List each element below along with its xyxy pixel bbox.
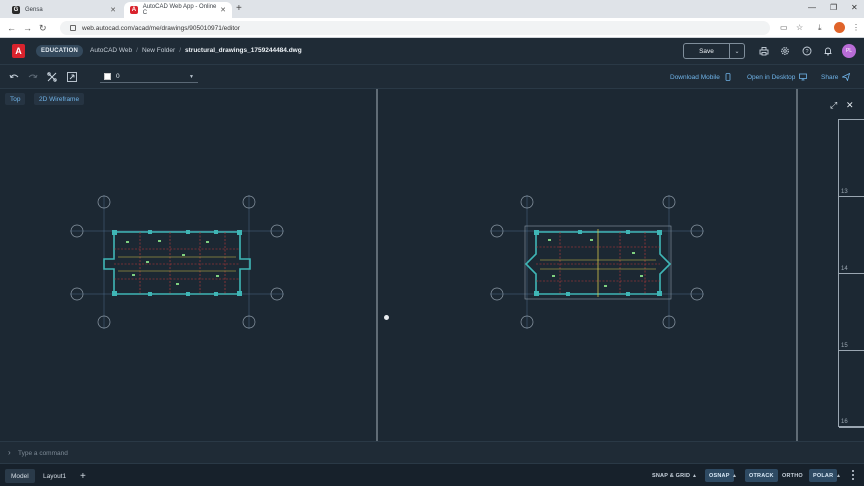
- autocad-logo-icon[interactable]: A: [12, 44, 25, 58]
- open-in-desktop-label: Open in Desktop: [747, 73, 796, 81]
- download-mobile-label: Download Mobile: [670, 73, 720, 81]
- sheet-row: [839, 427, 864, 428]
- drawing-toolbar: 0 ▼ Download Mobile Open in Desktop Shar…: [0, 65, 864, 89]
- notifications-bell-icon[interactable]: [823, 46, 833, 56]
- close-icon[interactable]: ✕: [110, 6, 116, 14]
- sheet-number: 14: [841, 266, 848, 272]
- education-badge: EDUCATION: [36, 45, 84, 57]
- save-button[interactable]: Save: [684, 44, 730, 58]
- svg-text:?: ?: [805, 49, 808, 55]
- browser-menu-icon[interactable]: ⋮: [852, 23, 860, 32]
- close-icon[interactable]: ✕: [220, 6, 226, 14]
- polar-toggle[interactable]: POLAR: [809, 469, 838, 482]
- window-close-icon[interactable]: ✕: [851, 3, 858, 12]
- zoom-window-icon[interactable]: [66, 71, 78, 83]
- layer-value: 0: [116, 73, 120, 80]
- save-dropdown-chevron-down-icon[interactable]: ⌄: [730, 44, 744, 58]
- ortho-toggle[interactable]: ORTHO: [778, 469, 807, 482]
- help-icon[interactable]: ?: [802, 46, 812, 56]
- new-tab-icon[interactable]: +: [236, 3, 242, 14]
- layer-dropdown[interactable]: 0 ▼: [100, 71, 198, 83]
- share-label: Share: [821, 73, 839, 81]
- sheet-preview-strip[interactable]: 13 14 15 16: [838, 119, 864, 428]
- floor-plan-right[interactable]: [490, 195, 704, 329]
- autocad-favicon-icon: A: [130, 6, 138, 14]
- status-bar: Model Layout1 + SNAP & GRID ▲ OSNAP ▲ OT…: [0, 463, 864, 486]
- layer-color-swatch: [104, 73, 111, 80]
- sheet-row: [839, 350, 864, 351]
- sheet-number: 15: [841, 343, 848, 349]
- chevron-down-icon: ▼: [189, 73, 194, 80]
- floor-plan-left[interactable]: [70, 195, 284, 329]
- user-avatar[interactable]: PL: [842, 44, 856, 58]
- desktop-monitor-icon: [799, 73, 808, 81]
- chevron-up-icon[interactable]: ▲: [836, 473, 841, 479]
- more-options-icon[interactable]: [850, 470, 856, 480]
- breadcrumb-item-autocad-web[interactable]: AutoCAD Web: [90, 47, 132, 54]
- undo-icon[interactable]: [8, 71, 20, 83]
- print-icon[interactable]: [759, 46, 769, 56]
- sheet-number: 13: [841, 189, 848, 195]
- view-top-button[interactable]: Top: [5, 93, 26, 105]
- app-header: A EDUCATION AutoCAD Web / New Folder / struc…: [0, 38, 864, 65]
- site-info-icon[interactable]: [70, 25, 76, 31]
- add-layout-icon[interactable]: +: [74, 469, 92, 483]
- save-button-group: Save ⌄: [683, 43, 745, 59]
- command-line: ›: [0, 441, 864, 463]
- browser-tab-label: AutoCAD Web App - Online C: [142, 4, 217, 16]
- chevron-right-icon: ›: [8, 448, 11, 457]
- download-mobile-link[interactable]: Download Mobile: [670, 73, 732, 81]
- breadcrumb-item-folder[interactable]: New Folder: [142, 47, 175, 54]
- close-panel-icon[interactable]: ✕: [846, 100, 854, 111]
- trim-extend-icon[interactable]: [46, 71, 58, 83]
- chevron-up-icon[interactable]: ▲: [692, 473, 697, 479]
- otrack-toggle[interactable]: OTRACK: [745, 469, 778, 482]
- open-in-desktop-link[interactable]: Open in Desktop: [747, 73, 808, 81]
- breadcrumb-separator: /: [179, 47, 182, 54]
- chevron-up-icon[interactable]: ▲: [732, 473, 737, 479]
- settings-gear-icon[interactable]: [780, 46, 790, 56]
- tab-model[interactable]: Model: [5, 469, 35, 483]
- url-field[interactable]: web.autocad.com/acad/me/drawings/9050109…: [60, 21, 770, 35]
- browser-tab-autocad[interactable]: A AutoCAD Web App - Online C ✕: [124, 2, 232, 18]
- osnap-toggle[interactable]: OSNAP: [705, 469, 734, 482]
- sheet-row: [839, 196, 864, 197]
- browser-tabbar: G Gensa ✕ A AutoCAD Web App - Online C ✕…: [0, 0, 864, 18]
- snap-grid-toggle[interactable]: SNAP & GRID: [648, 469, 694, 482]
- tab-layout1[interactable]: Layout1: [37, 469, 72, 483]
- minimize-icon[interactable]: —: [808, 3, 816, 12]
- gensa-favicon-icon: G: [12, 6, 20, 14]
- reload-icon[interactable]: ↻: [39, 23, 47, 34]
- breadcrumb-separator: /: [136, 47, 138, 54]
- browser-profile-avatar[interactable]: [834, 22, 845, 33]
- drawing-area[interactable]: [0, 89, 864, 441]
- command-input[interactable]: [18, 446, 418, 460]
- download-icon[interactable]: ⤓: [818, 23, 822, 33]
- share-send-icon: [841, 72, 851, 82]
- share-button[interactable]: Share: [821, 72, 851, 82]
- browser-tab-gensa[interactable]: G Gensa ✕: [6, 2, 122, 18]
- url-text: web.autocad.com/acad/me/drawings/9050109…: [82, 24, 240, 32]
- expand-panel-icon[interactable]: ⤢: [830, 100, 837, 111]
- breadcrumb-item-file: structural_drawings_1759244484.dwg: [185, 47, 302, 54]
- bookmark-star-icon[interactable]: ☆: [796, 23, 803, 32]
- cursor-crosshair-icon: [384, 315, 389, 320]
- browser-addressbar: ← → ↻ web.autocad.com/acad/me/drawings/9…: [0, 18, 864, 38]
- sheet-row: [839, 273, 864, 274]
- sheet-number: 16: [841, 419, 848, 425]
- cast-icon[interactable]: ▭: [780, 23, 788, 32]
- mobile-phone-icon: [724, 73, 732, 81]
- restore-icon[interactable]: ❐: [830, 3, 837, 12]
- redo-icon[interactable]: [27, 71, 39, 83]
- back-icon[interactable]: ←: [7, 23, 16, 33]
- visual-style-button[interactable]: 2D Wireframe: [34, 93, 85, 105]
- forward-icon[interactable]: →: [23, 23, 32, 33]
- browser-tab-label: Gensa: [25, 7, 43, 13]
- breadcrumb: AutoCAD Web / New Folder / structural_drawin…: [90, 47, 302, 54]
- drawing-canvas[interactable]: Top 2D Wireframe ⤢ ✕ 13 14 15 16: [0, 89, 864, 441]
